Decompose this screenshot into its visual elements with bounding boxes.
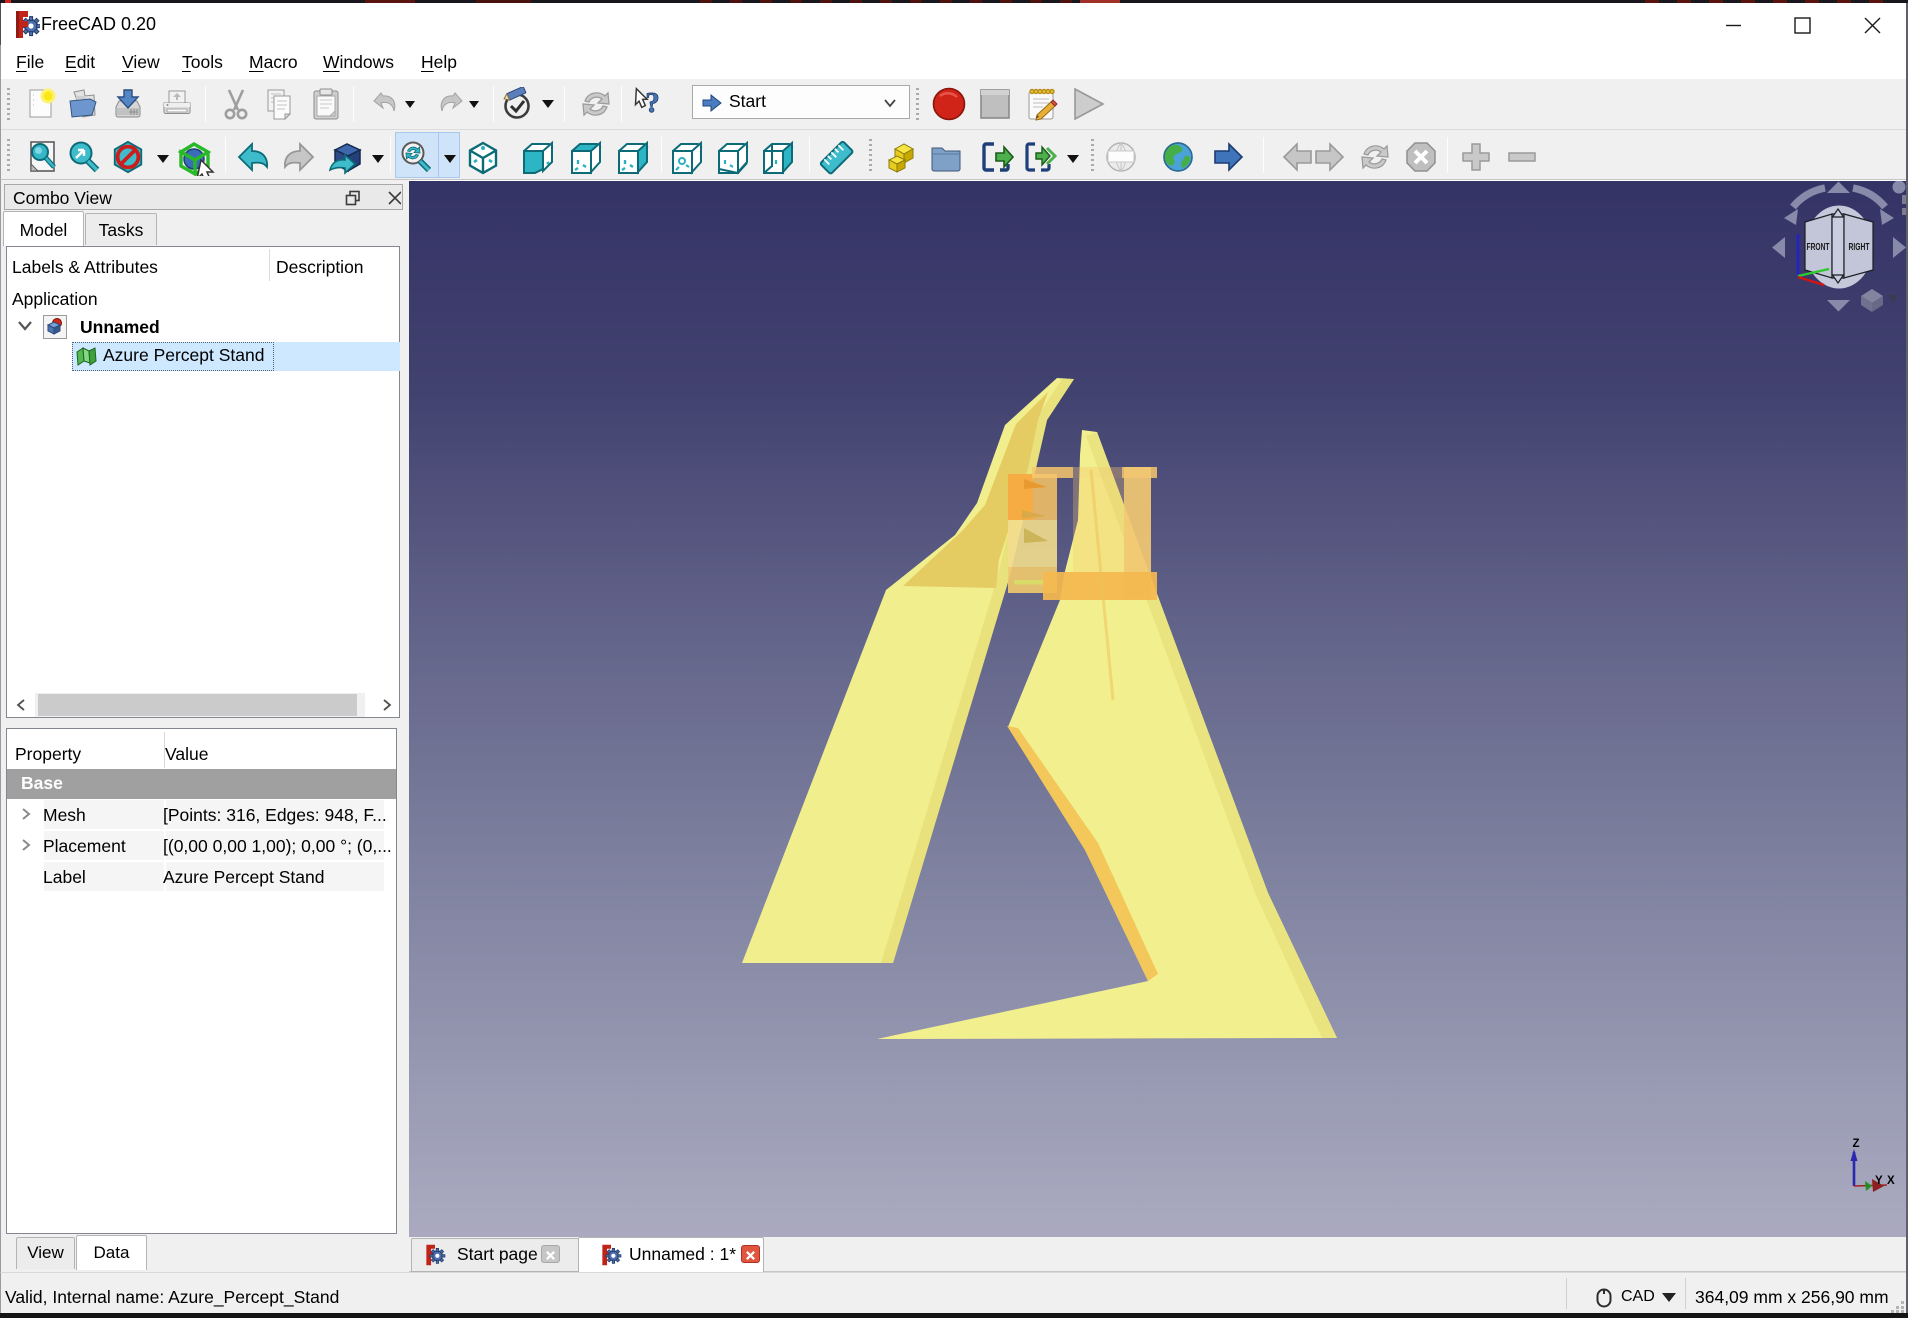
svg-text:?: ? (645, 87, 659, 119)
svg-text:RIGHT: RIGHT (1849, 242, 1870, 253)
svg-text:Y: Y (1875, 1175, 1883, 1187)
svg-text:X: X (1887, 1175, 1895, 1187)
svg-text:Z: Z (1852, 1138, 1859, 1150)
svg-text:FRONT: FRONT (1807, 242, 1830, 253)
